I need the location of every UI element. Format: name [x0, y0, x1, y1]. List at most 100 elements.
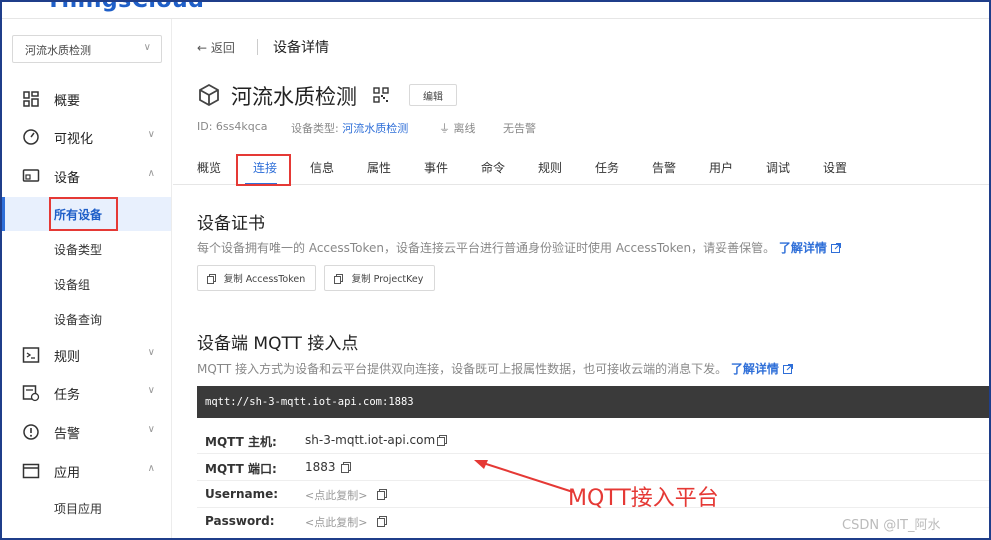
sidebar-item-alerts[interactable]: 告警 ∨	[2, 414, 171, 450]
mqtt-username-label: Username:	[205, 487, 279, 501]
sidebar-item-tasks[interactable]: 任务 ∨	[2, 375, 171, 411]
device-type-label: 设备类型:	[291, 122, 339, 135]
chevron-down-icon: ∨	[147, 424, 155, 435]
main-content: ← 返回 设备详情 河流水质检测 编辑 ID: 6ss4kqca 设备类型: 河…	[173, 19, 989, 538]
sidebar-item-apps[interactable]: 应用 ∧	[2, 453, 171, 489]
tab-debug[interactable]: 调试	[766, 159, 790, 176]
annotation-arrow	[474, 460, 574, 493]
sidebar-item-label: 应用	[54, 466, 81, 481]
mqtt-learn-more-link[interactable]: 了解详情	[731, 362, 793, 376]
tab-users[interactable]: 用户	[709, 159, 733, 176]
tab-properties[interactable]: 属性	[367, 159, 391, 176]
task-icon	[22, 385, 40, 402]
app-window: ThingsCloud 河流水质检测 ∨ 概要 可视化 ∨ 设备 ∧ 所有设备 …	[0, 0, 991, 540]
copy-icon	[334, 274, 343, 284]
mqtt-desc-text: MQTT 接入方式为设备和云平台提供双向连接，设备既可上报属性数据，也可接收云端…	[197, 362, 728, 376]
cert-section-title: 设备证书	[197, 214, 265, 234]
sidebar-subitem-device-query[interactable]: 设备查询	[2, 302, 171, 336]
divider	[257, 39, 258, 55]
learn-more-label: 了解详情	[730, 362, 779, 376]
mqtt-password-label: Password:	[205, 514, 275, 528]
tab-commands[interactable]: 命令	[481, 159, 505, 176]
logo: ThingsCloud	[46, 0, 205, 13]
sidebar-subitem-project-apps[interactable]: 项目应用	[2, 491, 171, 525]
device-icon	[22, 169, 40, 182]
copy-icon[interactable]	[377, 489, 387, 500]
project-select[interactable]: 河流水质检测 ∨	[12, 35, 162, 63]
cert-section-desc: 每个设备拥有唯一的 AccessToken，设备连接云平台进行普通身份验证时使用…	[197, 239, 841, 256]
sidebar-item-visualization[interactable]: 可视化 ∨	[2, 119, 171, 155]
copy-projectkey-button[interactable]: 复制 ProjectKey	[324, 265, 435, 291]
sidebar-item-label: 概要	[54, 94, 81, 109]
tab-overview[interactable]: 概览	[197, 159, 221, 176]
chevron-down-icon: ∨	[147, 385, 155, 396]
alert-status: 无告警	[503, 122, 536, 135]
watermark: CSDN @IT_阿水	[842, 518, 941, 533]
sidebar-item-label: 规则	[54, 350, 81, 365]
annotation-label: MQTT接入平台	[568, 486, 719, 511]
back-label: 返回	[210, 41, 235, 55]
sidebar-item-overview[interactable]: 概要	[2, 81, 171, 117]
sidebar-subitem-label: 设备组	[54, 278, 91, 292]
chevron-down-icon: ∨	[147, 129, 155, 140]
sidebar-subitem-device-types[interactable]: 设备类型	[2, 232, 171, 266]
tab-info[interactable]: 信息	[310, 159, 334, 176]
copy-projectkey-label: 复制 ProjectKey	[351, 274, 424, 285]
sidebar-subitem-label: 设备类型	[54, 243, 103, 257]
mqtt-url-code[interactable]: mqtt://sh-3-mqtt.iot-api.com:1883	[197, 386, 989, 418]
copy-icon[interactable]	[437, 435, 447, 446]
dashboard-icon	[23, 91, 39, 107]
qrcode-icon[interactable]	[373, 87, 389, 103]
copy-icon[interactable]	[377, 516, 387, 527]
highlight-box-connection-tab	[236, 154, 291, 186]
chevron-up-icon: ∧	[147, 463, 155, 474]
tab-tasks[interactable]: 任务	[595, 159, 619, 176]
mqtt-port-value[interactable]: 1883	[305, 460, 336, 474]
sidebar-subitem-label: 项目应用	[54, 502, 103, 516]
external-link-icon	[830, 243, 841, 253]
chevron-up-icon: ∧	[147, 168, 155, 179]
sidebar-item-label: 可视化	[54, 132, 94, 147]
mqtt-port-row: MQTT 端口: 1883	[197, 454, 989, 481]
tab-rules[interactable]: 规则	[538, 159, 562, 176]
sidebar-item-label: 任务	[54, 388, 81, 403]
sidebar-subitem-label: 设备查询	[54, 313, 103, 327]
mqtt-username-value[interactable]: <点此复制>	[305, 487, 367, 503]
copy-icon	[207, 274, 216, 284]
external-link-icon	[782, 364, 793, 374]
tab-settings[interactable]: 设置	[823, 159, 847, 176]
device-type-link[interactable]: 河流水质检测	[342, 122, 408, 135]
mqtt-host-row: MQTT 主机: sh-3-mqtt.iot-api.com	[197, 427, 989, 454]
highlight-box-all-devices	[49, 197, 118, 231]
cube-icon	[199, 83, 219, 107]
device-status: ⏚ 离线	[439, 120, 476, 136]
sidebar: 河流水质检测 ∨ 概要 可视化 ∨ 设备 ∧ 所有设备 设备类型 设备组 设备查…	[2, 19, 172, 538]
tab-bar: 概览 连接 信息 属性 事件 命令 规则 任务 告警 用户 调试 设置	[173, 149, 989, 185]
mqtt-section-desc: MQTT 接入方式为设备和云平台提供双向连接，设备既可上报属性数据，也可接收云端…	[197, 360, 793, 377]
mqtt-section-title: 设备端 MQTT 接入点	[197, 334, 359, 354]
cert-desc-text: 每个设备拥有唯一的 AccessToken，设备连接云平台进行普通身份验证时使用…	[197, 241, 776, 255]
learn-more-label: 了解详情	[778, 241, 827, 255]
chevron-down-icon: ∨	[147, 347, 155, 358]
sidebar-item-label: 设备	[54, 171, 81, 186]
tab-alerts[interactable]: 告警	[652, 159, 676, 176]
mqtt-host-value[interactable]: sh-3-mqtt.iot-api.com	[305, 433, 435, 447]
arrow-left-icon: ←	[197, 41, 208, 55]
gauge-icon	[23, 129, 39, 145]
copy-accesstoken-label: 复制 AccessToken	[223, 274, 306, 285]
device-id: ID: 6ss4kqca	[197, 120, 268, 133]
sidebar-item-devices[interactable]: 设备 ∧	[2, 158, 171, 194]
project-select-value: 河流水质检测	[25, 44, 91, 57]
back-button[interactable]: ← 返回	[197, 39, 235, 56]
page-title: 设备详情	[273, 40, 329, 56]
sidebar-subitem-device-groups[interactable]: 设备组	[2, 267, 171, 301]
cert-learn-more-link[interactable]: 了解详情	[779, 241, 841, 255]
mqtt-port-label: MQTT 端口:	[205, 462, 277, 476]
edit-button[interactable]: 编辑	[409, 84, 457, 106]
sidebar-item-rules[interactable]: 规则 ∨	[2, 337, 171, 373]
mqtt-password-value[interactable]: <点此复制>	[305, 514, 367, 530]
copy-accesstoken-button[interactable]: 复制 AccessToken	[197, 265, 316, 291]
tab-events[interactable]: 事件	[424, 159, 448, 176]
copy-icon[interactable]	[341, 462, 351, 473]
sidebar-item-label: 告警	[54, 427, 81, 442]
